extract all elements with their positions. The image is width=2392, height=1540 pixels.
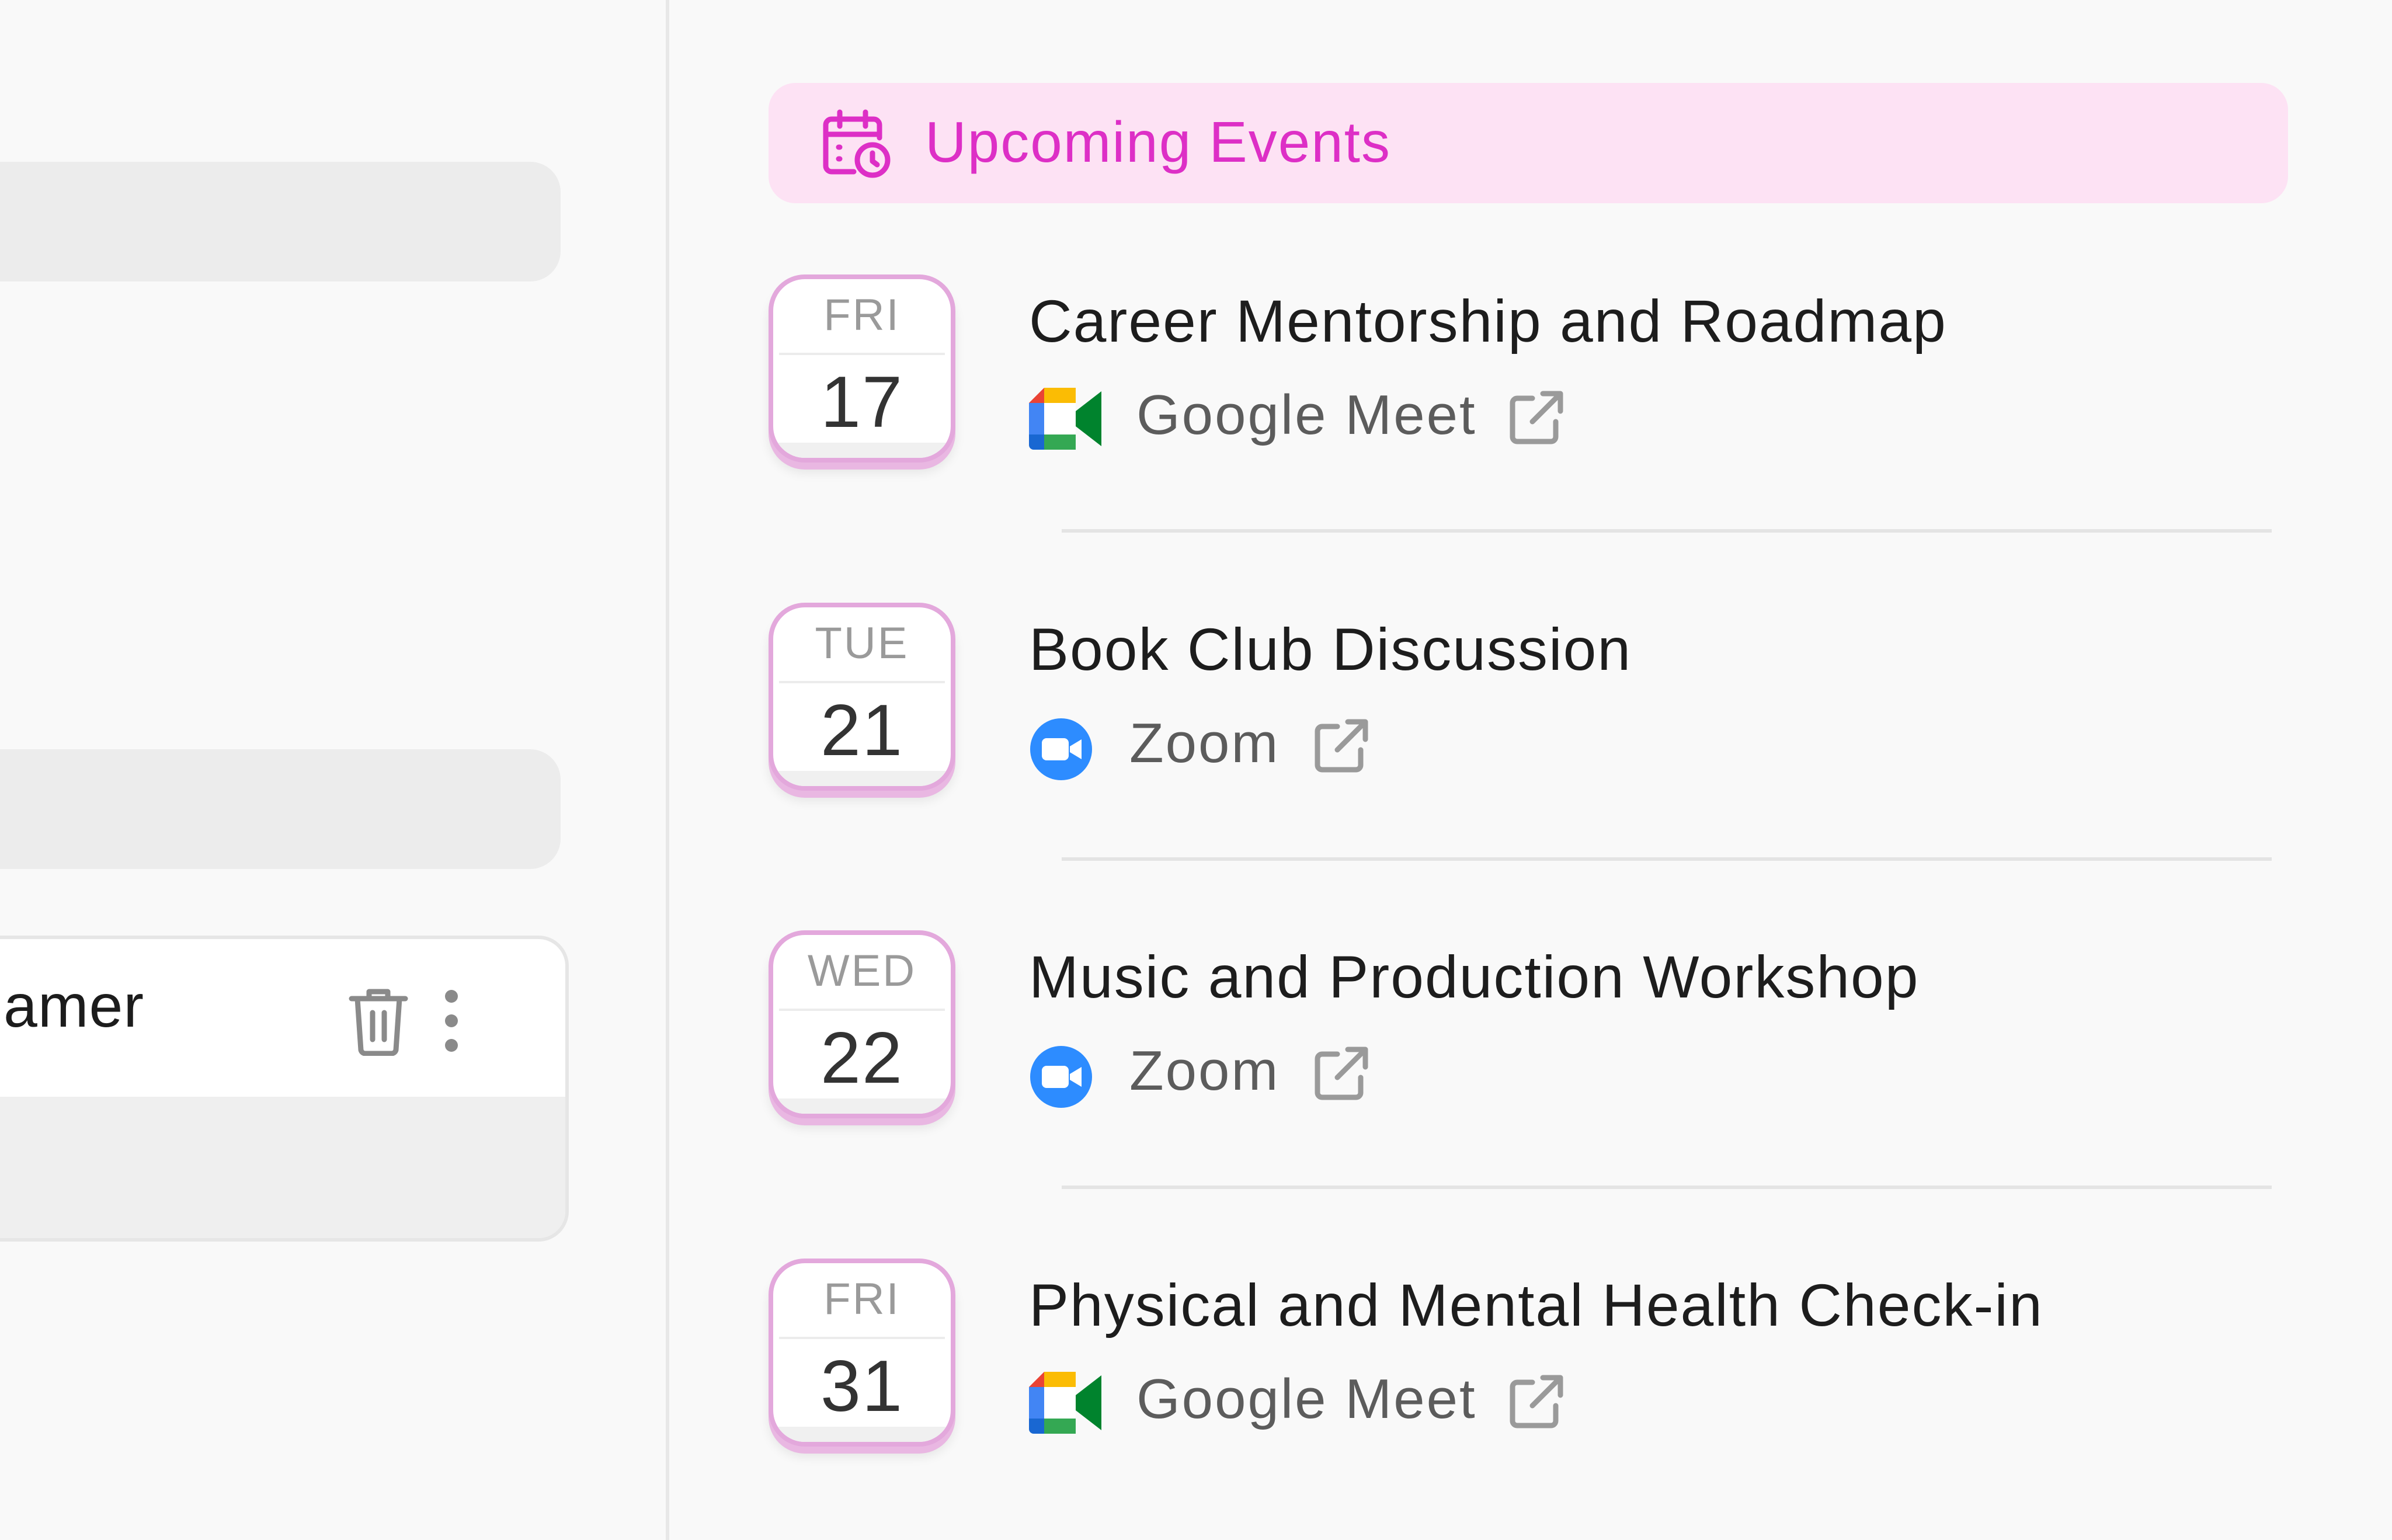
app-page: amer Upcoming Events FRI 17 Career Mento… [0, 0, 2392, 1540]
date-badge-divider [779, 353, 945, 355]
date-badge-base [773, 1427, 951, 1442]
event-title[interactable]: Career Mentorship and Roadmap [1029, 287, 1947, 356]
date-badge-base [773, 771, 951, 786]
placeholder-bar[interactable] [0, 162, 561, 281]
event-title[interactable]: Book Club Discussion [1029, 616, 1632, 684]
date-badge-divider [779, 681, 945, 683]
platform-label[interactable]: Zoom [1129, 711, 1280, 776]
event-separator [1062, 857, 2272, 861]
date-weekday: FRI [823, 1274, 901, 1324]
event-separator [1062, 1186, 2272, 1189]
date-badge: WED 22 [769, 930, 955, 1118]
date-badge-divider [779, 1009, 945, 1011]
event-item[interactable]: WED 22 Music and Production Workshop Zoo… [0, 930, 2392, 1176]
date-badge: FRI 17 [769, 274, 955, 463]
date-day: 21 [820, 690, 903, 771]
upcoming-events-title: Upcoming Events [925, 110, 1392, 174]
date-weekday: FRI [823, 290, 901, 340]
date-badge-base [773, 443, 951, 458]
date-badge-base [773, 1098, 951, 1114]
event-item[interactable]: FRI 31 Physical and Mental Health Check-… [0, 1259, 2392, 1504]
external-link-icon[interactable] [1509, 1374, 1564, 1429]
external-link-icon[interactable] [1314, 1046, 1369, 1101]
event-title[interactable]: Music and Production Workshop [1029, 943, 1920, 1011]
external-link-icon[interactable] [1509, 390, 1564, 445]
zoom-icon [1030, 718, 1092, 780]
date-day: 22 [820, 1018, 903, 1098]
calendar-clock-icon [823, 109, 891, 178]
zoom-icon [1030, 1046, 1092, 1108]
platform-label[interactable]: Google Meet [1136, 1367, 1477, 1431]
date-weekday: WED [807, 946, 917, 996]
external-link-icon[interactable] [1314, 718, 1369, 773]
date-weekday: TUE [815, 618, 909, 668]
date-day: 17 [820, 362, 903, 443]
google-meet-icon [1029, 388, 1101, 450]
date-badge-divider [779, 1337, 945, 1339]
google-meet-icon [1029, 1372, 1101, 1434]
event-item[interactable]: FRI 17 Career Mentorship and Roadmap Goo… [0, 274, 2392, 520]
platform-label[interactable]: Zoom [1129, 1039, 1280, 1103]
event-item[interactable]: TUE 21 Book Club Discussion Zoom [0, 603, 2392, 848]
event-title[interactable]: Physical and Mental Health Check-in [1029, 1271, 2043, 1340]
platform-label[interactable]: Google Meet [1136, 383, 1477, 447]
upcoming-events-header: Upcoming Events [769, 83, 2288, 203]
date-badge: TUE 21 [769, 603, 955, 791]
date-day: 31 [820, 1346, 903, 1427]
date-badge: FRI 31 [769, 1259, 955, 1447]
event-separator [1062, 529, 2272, 533]
